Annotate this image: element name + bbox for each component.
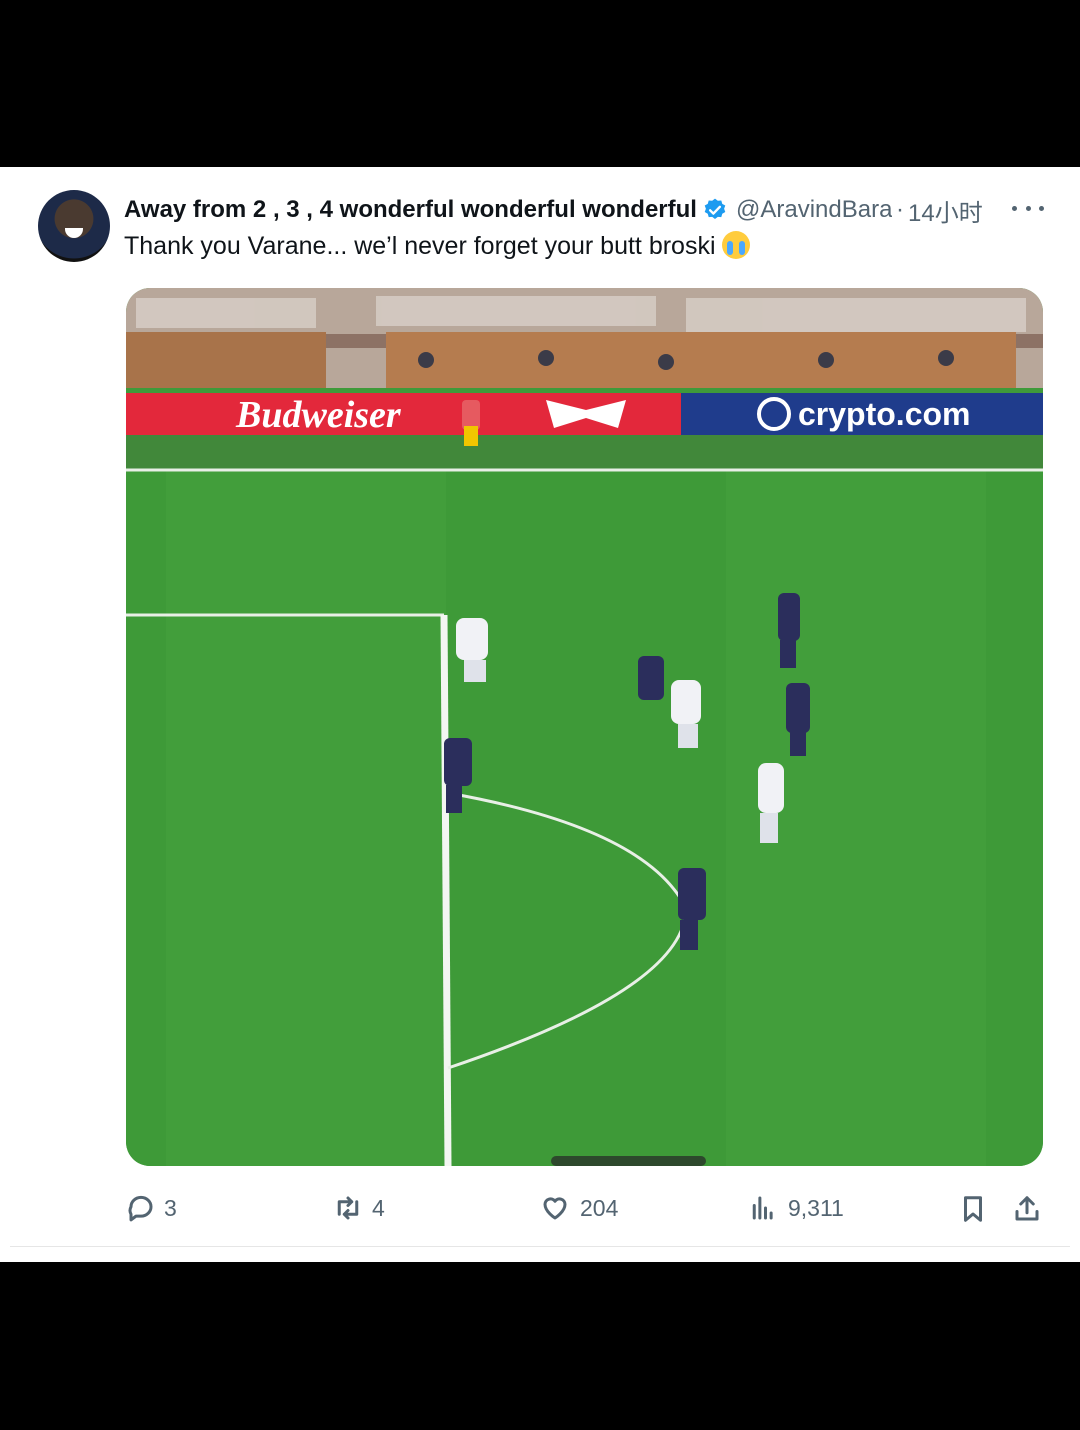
views-button[interactable]: 9,311 [748, 1193, 844, 1223]
action-bar: 3 4 204 9,311 [0, 1191, 1080, 1231]
views-count: 9,311 [788, 1194, 844, 1221]
user-handle[interactable]: @AravindBarath [736, 196, 892, 224]
budweiser-logo: Budweiser [235, 394, 402, 436]
reply-icon [128, 1195, 153, 1222]
tweet-text: Thank you Varane... we’l never forget yo… [124, 231, 750, 261]
tweet-video[interactable]: Budweiser crypto.com [126, 288, 1043, 1166]
more-options-icon[interactable] [1012, 195, 1044, 221]
share-icon [1015, 1196, 1039, 1221]
bookmark-button[interactable] [958, 1193, 988, 1225]
separator-dot: · [896, 196, 904, 223]
avatar[interactable] [38, 190, 110, 262]
video-progress-bar[interactable] [551, 1156, 706, 1166]
crying-emoji-icon [721, 231, 750, 259]
tweet-card[interactable]: Away from 2 , 3 , 4 wonderful wonderful … [0, 167, 1080, 1262]
views-chart-icon [752, 1196, 773, 1220]
like-button[interactable]: 204 [540, 1193, 618, 1223]
share-button[interactable] [1012, 1193, 1042, 1225]
timestamp[interactable]: 14小时 [908, 193, 983, 228]
display-name[interactable]: Away from 2 , 3 , 4 wonderful wonderful … [124, 196, 696, 224]
crypto-logo: crypto.com [798, 396, 970, 432]
repost-icon [337, 1196, 359, 1220]
tweet-body: Thank you Varane... we’l never forget yo… [124, 232, 716, 260]
repost-count: 4 [372, 1194, 385, 1221]
repost-button[interactable]: 4 [332, 1193, 385, 1223]
verified-badge-icon [704, 198, 726, 219]
reply-count: 3 [164, 1194, 177, 1221]
divider [10, 1246, 1070, 1247]
heart-icon [543, 1197, 567, 1220]
reply-button[interactable]: 3 [126, 1193, 177, 1223]
like-count: 204 [580, 1194, 619, 1221]
tweet-header: Away from 2 , 3 , 4 wonderful wonderful … [124, 193, 1054, 227]
bookmark-icon [964, 1196, 982, 1222]
